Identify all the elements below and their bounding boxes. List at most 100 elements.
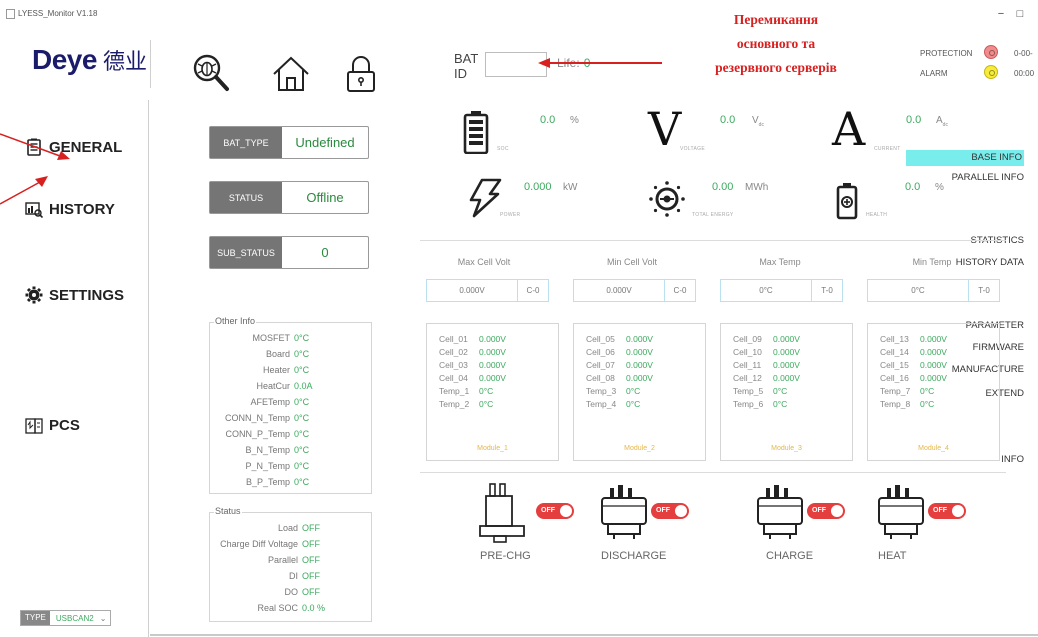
heat-relay-icon [878,485,924,539]
voltage-value: 0.0 [720,114,736,126]
maximize-button[interactable]: □ [1013,8,1027,20]
info-row: Heater 0°C [262,365,310,375]
status-key: STATUS [210,182,282,213]
charge-toggle[interactable]: OFF [807,503,845,519]
charge-label: CHARGE [766,550,814,562]
type-value: USBCAN2 [55,613,94,623]
soc-caption: SOC [497,146,509,152]
header-date: 0-00- [1014,49,1033,58]
soc-unit: % [570,115,579,126]
info-row: MOSFET 0°C [252,333,310,343]
power-caption: POWER [500,212,521,218]
bottom-border [150,634,1038,636]
min-temp-box: 0°C T-0 [867,279,1000,302]
current-value: 0.0 [906,114,922,126]
sub-status-box: SUB_STATUS 0 [209,236,369,269]
current-unit: Adc [936,115,948,128]
module-name: Module_4 [918,445,949,452]
protection-indicator [984,45,998,59]
status-row: Charge Diff Voltage OFF [220,539,320,549]
module-name: Module_2 [624,445,655,452]
alarm-indicator [984,65,998,79]
header-divider [150,40,151,88]
info-row: P_N_Temp 0°C [245,461,310,471]
power-unit: kW [563,182,578,193]
sidebar-divider [148,100,149,637]
sidebar-section-settings: SETTINGS [25,286,124,304]
max-cell-volt-label: Max Cell Volt [457,257,511,267]
energy-value: 0.00 [712,181,734,193]
current-icon: A [832,102,866,156]
status-box: STATUS Offline [209,181,369,214]
annotation-arrow-top [538,58,662,68]
history-chart-icon [25,202,43,218]
module-card: Cell_13 0.000V Cell_14 0.000V Cell_15 0.000… [867,323,1000,461]
bat-type-value: Undefined [295,135,355,150]
charge-relay-icon [757,485,803,539]
deye-logo: Deye 德业 [32,44,147,84]
energy-caption: TOTAL ENERGY [692,212,734,218]
pre-charge-label: PRE-CHG [480,550,531,562]
discharge-toggle[interactable]: OFF [651,503,689,519]
other-info-panel: Other Info MOSFET 0°C Board 0°C Heater 0°C … [209,316,372,494]
info-row: Board 0°C [265,349,310,359]
sub-status-key: SUB_STATUS [210,237,282,268]
annotation-line-1: Перемикання [733,12,819,27]
bat-id-label: BAT ID [454,51,479,81]
divider-line [420,472,1006,473]
pre-charge-relay-icon [479,483,525,543]
sub-status-value: 0 [321,245,329,260]
sidebar-item-pcs-info[interactable]: INFO [1001,454,1024,465]
max-temp-box: 0°C T-0 [720,279,843,302]
info-row: HeatCur 0.0A [256,381,313,391]
info-row: B_P_Temp 0°C [245,477,310,487]
window-title: LYESS_Monitor V1.18 [18,9,98,18]
info-row: AFETemp 0°C [250,397,310,407]
discharge-label: DISCHARGE [601,550,667,562]
home-icon[interactable] [270,52,312,94]
current-caption: CURRENT [874,146,901,152]
health-caption: HEALTH [866,212,888,218]
app-icon [6,9,15,19]
annotation-arrows-left [0,133,70,205]
module-card: Cell_05 0.000V Cell_06 0.000V Cell_07 0.000… [573,323,706,461]
min-temp-label: Min Temp [912,257,952,267]
sidebar-item-base-info[interactable]: BASE INFO [906,150,1024,166]
soc-value: 0.0 [540,114,556,126]
annotation-line-2: основного та [736,36,816,51]
pcs-icon [25,418,43,434]
soc-battery-icon [463,111,489,154]
status-row: Real SOC 0.0 % [257,603,326,613]
module-name: Module_1 [477,445,508,452]
health-value: 0.0 [905,181,921,193]
power-value: 0.000 [524,181,552,193]
heat-toggle[interactable]: OFF [928,503,966,519]
divider-line [420,240,1006,241]
voltage-unit: Vdc [752,115,764,128]
header-time: 00:00 [1014,69,1035,78]
status-row: DO OFF [284,587,321,597]
chevron-down-icon: ⌄ [99,613,107,623]
minimize-button[interactable]: − [994,8,1008,20]
annotation-line-3: резервного серверів [715,60,837,75]
voltage-icon: V [648,102,682,156]
can-type-select[interactable]: TYPE USBCAN2 ⌄ [20,610,112,626]
search-bug-icon[interactable] [190,52,232,94]
module-name: Module_3 [771,445,802,452]
discharge-relay-icon [601,485,647,539]
alarm-label: ALARM [920,69,948,78]
status-row: Load OFF [277,523,320,533]
sidebar-item-parallel-info[interactable]: PARALLEL INFO [952,172,1024,183]
health-unit: % [935,182,944,193]
voltage-caption: VOLTAGE [680,146,705,152]
sidebar-section-pcs: PCS [25,416,80,434]
min-cell-volt-label: Min Cell Volt [606,257,658,267]
module-card: Cell_01 0.000V Cell_02 0.000V Cell_03 0.000… [426,323,559,461]
energy-unit: MWh [745,182,769,193]
status-row: Parallel OFF [267,555,320,565]
protection-label: PROTECTION [920,49,973,58]
max-cell-volt-box: 0.000V C-0 [426,279,549,302]
lock-icon[interactable] [340,52,382,94]
sidebar-section-history: HISTORY [25,200,115,218]
pre-charge-toggle[interactable]: OFF [536,503,574,519]
